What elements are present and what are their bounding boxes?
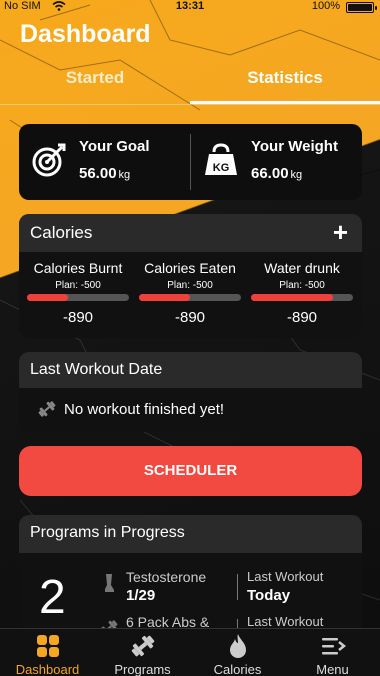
calories-eaten-value: -890 [174,309,206,326]
tab-statistics[interactable]: Statistics [190,68,380,88]
nav-calories[interactable]: Calories [190,633,285,676]
your-goal[interactable]: Your Goal 56.00 kg [19,124,190,200]
no-workout-message: No workout finished yet! [64,401,225,418]
calories-burnt[interactable]: Calories Burnt Plan: -500 -890 [22,260,134,326]
program-divider [237,574,238,600]
status-bar: No SIM 13:31 100% [0,0,380,14]
nav-menu[interactable]: Menu [285,633,380,676]
target-icon [32,143,66,177]
your-weight[interactable]: KG Your Weight 66.00 kg [191,124,362,200]
program-row[interactable]: Testosterone 1/29 Last Workout Today [99,569,362,609]
programs-count: 2 [39,571,66,624]
tab-bar: Started Statistics [0,60,380,106]
scheduler-button[interactable]: SCHEDULER [19,446,362,496]
your-goal-value: 56.00 kg [79,165,131,182]
calories-eaten-progress-bar [139,294,241,301]
calories-header: Calories + [19,214,362,252]
calories-title: Calories [30,223,93,242]
flame-icon [229,634,246,658]
add-calories-button[interactable]: + [333,217,348,248]
program-last-workout-value: Today [247,587,291,604]
calories-card: Calories + Calories Burnt Plan: -500 -89… [19,214,362,338]
nav-programs[interactable]: Programs [95,633,190,676]
programs-header: Programs in Progress [19,515,362,553]
your-goal-label: Your Goal [79,138,150,155]
calories-eaten-label: Calories Eaten [144,260,236,276]
leg-icon [105,574,114,592]
battery-icon [346,2,377,13]
nav-calories-label: Calories [213,662,262,676]
dumbbell-icon [38,401,56,417]
program-name: Testosterone [126,569,207,585]
tab-started[interactable]: Started [0,68,190,88]
last-workout-header: Last Workout Date [19,352,362,388]
programs-in-progress-card: Programs in Progress 2 Testosterone 1/29… [19,515,362,645]
nav-dashboard-label: Dashboard [15,662,80,676]
calories-burnt-value: -890 [62,309,94,326]
dumbbell-icon [131,635,154,657]
goal-card: Your Goal 56.00 kg KG Your Weight 66.00 kg [19,124,362,200]
water-drunk[interactable]: Water drunk Plan: -500 -890 [246,260,358,326]
program-last-workout-label: Last Workout [247,614,324,629]
last-workout-card: Last Workout Date No workout finished ye… [19,352,362,432]
water-drunk-label: Water drunk [264,260,340,276]
calories-burnt-label: Calories Burnt [33,260,123,276]
program-progress: 1/29 [126,587,156,604]
calories-burnt-plan: Plan: -500 [55,280,101,291]
nav-menu-label: Menu [316,662,349,676]
dashboard-icon [36,635,59,657]
last-workout-title: Last Workout Date [30,361,163,378]
nav-programs-label: Programs [114,662,171,676]
nav-dashboard[interactable]: Dashboard [0,633,95,676]
kettlebell-weight-icon: KG [205,143,237,175]
calories-eaten[interactable]: Calories Eaten Plan: -500 -890 [134,260,246,326]
menu-icon [321,638,346,655]
your-weight-value: 66.00 kg [251,165,303,182]
water-drunk-progress-bar [251,294,353,301]
tabs-divider [0,104,380,105]
page-title: Dashboard [20,20,151,48]
active-tab-indicator [190,101,380,104]
bottom-navigation: Dashboard Programs Calories Menu [0,628,380,676]
battery-percent: 100% [311,0,340,12]
your-weight-label: Your Weight [251,138,338,155]
water-drunk-value: -890 [286,309,318,326]
program-last-workout-label: Last Workout [247,569,324,584]
programs-title: Programs in Progress [30,524,185,541]
calories-eaten-plan: Plan: -500 [167,280,213,291]
calories-burnt-progress-bar [27,294,129,301]
weight-icon-text: KG [213,162,230,174]
water-drunk-plan: Plan: -500 [279,280,325,291]
